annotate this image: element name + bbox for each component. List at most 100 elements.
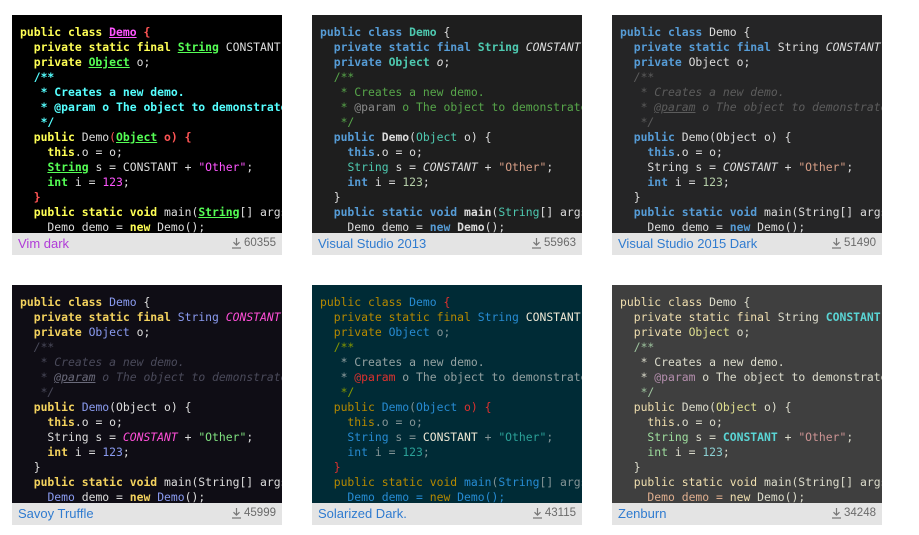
code-preview[interactable]: public class Demo { private static final… [612,285,882,503]
code-token: s = CONSTANT + [88,160,199,174]
code-line: } [320,190,582,205]
code-token: Demo(); [750,220,806,233]
code-token: i = [68,445,103,459]
theme-footer: Savoy Truffle 45999 [12,503,282,525]
code-token: Demo [109,295,137,309]
code-token: * [620,100,655,114]
download-icon [232,238,242,249]
code-line: * Creates a new demo. [20,85,282,100]
code-token: private static final [20,40,178,54]
code-preview[interactable]: public class Demo { private static final… [312,285,582,503]
code-token: o; [729,55,751,69]
code-token: /** [620,340,655,354]
code-line: Demo demo = new Demo(); [620,490,882,503]
code-token: String [777,310,819,324]
code-token: 123 [402,445,423,459]
theme-card[interactable]: public class Demo { private static final… [12,15,282,255]
code-token: + [477,160,499,174]
code-token: * Creates a new demo. [320,355,485,369]
download-count-value: 51490 [844,237,876,249]
code-token: private [320,55,389,69]
theme-card[interactable]: public class Demo { private static final… [612,285,882,525]
code-preview[interactable]: public class Demo { private static final… [12,15,282,233]
code-line: private static final String CONSTANT [320,310,582,325]
code-token: CONSTANT = [225,40,281,54]
code-token: i = [68,175,103,189]
code-token: CONSTANT [722,160,778,174]
code-line: int i = 123; [620,175,882,190]
theme-card[interactable]: public class Demo { private static final… [312,15,582,255]
code-token: */ [620,115,655,129]
code-token: (Object o) { [109,400,192,414]
code-token: public [320,130,382,144]
code-token: /** [620,70,655,84]
code-line: * @param o The object to demonstrate. [20,100,282,115]
code-token: new [729,220,751,233]
code-token: private static final [20,310,178,324]
download-count: 45999 [231,507,276,519]
code-token: + [477,430,499,444]
theme-name-link[interactable]: Vim dark [18,236,69,251]
code-line: private Object o; [320,55,582,70]
code-token: o [429,55,444,69]
code-line: private static final String CONSTANT [320,40,582,55]
code-token: s = [388,160,423,174]
code-token: o; [129,325,151,339]
code-token: this [20,145,75,159]
code-preview[interactable]: public class Demo { private static final… [12,285,282,503]
code-token: private [20,325,89,339]
code-token: demo = [74,490,130,503]
code-token: /** [320,70,355,84]
code-token: i = [668,445,703,459]
code-token: CONSTANT [218,310,281,324]
theme-footer: Vim dark 60355 [12,233,282,255]
theme-card[interactable]: public class Demo { private static final… [12,285,282,525]
code-line: private Object o; [320,325,582,340]
theme-name-link[interactable]: Solarized Dark. [318,506,407,521]
code-token: this [320,415,375,429]
code-token: o; [129,55,151,69]
code-token: public class [20,295,110,309]
code-line: public class Demo { [20,25,282,40]
code-line: String s = CONSTANT + "Other"; [20,160,282,175]
code-token: new [429,220,451,233]
code-token: public static void [620,205,765,219]
theme-name-link[interactable]: Visual Studio 2015 Dark [618,236,757,251]
code-token: "Other" [498,160,547,174]
code-token: new [429,490,451,503]
download-icon [232,508,242,519]
code-token: ; [443,55,451,69]
code-token: ; [246,160,254,174]
theme-card[interactable]: public class Demo { private static final… [612,15,882,255]
code-block: public class Demo { private static final… [320,295,582,503]
code-token: private [620,325,689,339]
code-line: public Demo(Object o) { [620,400,882,415]
code-line: int i = 123; [20,445,282,460]
theme-name-link[interactable]: Visual Studio 2013 [318,236,426,251]
code-token: } [320,460,341,474]
code-token: private [320,325,389,339]
code-line: */ [620,385,882,400]
code-line: public static void main(String[] args) { [320,475,582,490]
code-line: */ [320,115,582,130]
code-token: Demo [681,400,710,414]
code-token: .o = o; [374,145,423,159]
code-line: public Demo(Object o) { [620,130,882,145]
code-token: new [729,490,751,503]
code-token: ( [409,400,417,414]
theme-card[interactable]: public class Demo { private static final… [312,285,582,525]
code-token: "Other" [798,430,847,444]
code-token: CONSTANT [722,430,778,444]
code-token: "Other" [798,160,847,174]
code-token: o) { [157,130,192,144]
code-preview[interactable]: public class Demo { private static final… [312,15,582,233]
code-token: int [20,175,69,189]
theme-name-link[interactable]: Zenburn [618,506,666,521]
download-icon [532,238,542,249]
code-preview[interactable]: public class Demo { private static final… [612,15,882,233]
code-token: Object [388,55,430,69]
code-token: ( [109,130,117,144]
code-token: ; [246,430,254,444]
code-token: * @param o The object to demonstrate. [20,100,282,114]
theme-name-link[interactable]: Savoy Truffle [18,506,94,521]
